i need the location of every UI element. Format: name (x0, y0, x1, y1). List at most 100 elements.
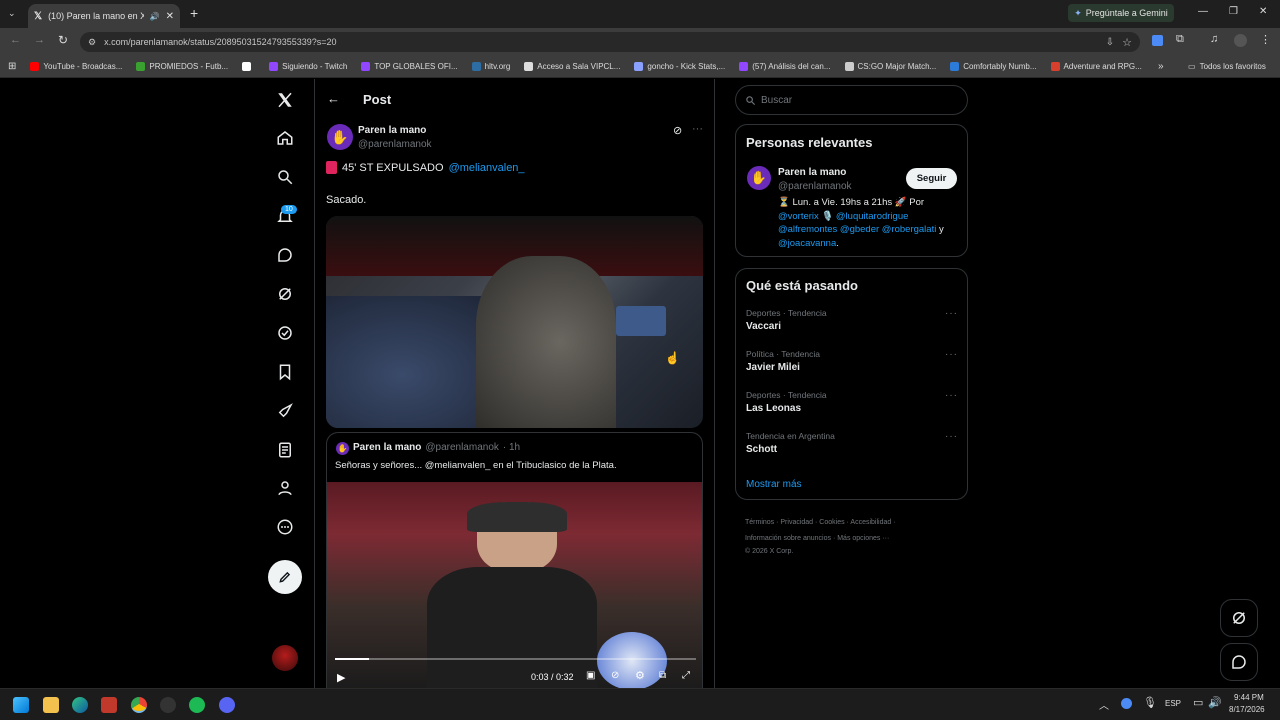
verified-icon[interactable] (274, 322, 296, 344)
author-avatar[interactable]: ✋ (327, 124, 353, 150)
bookmark-item[interactable]: YouTube - Broadcas... (30, 62, 122, 71)
language-indicator[interactable]: ESP (1165, 699, 1181, 708)
bookmark-item[interactable]: (57) Análisis del can... (739, 62, 831, 71)
footer-line-1[interactable]: Términos · Privacidad · Cookies · Accesi… (745, 515, 896, 531)
window-close-button[interactable]: ✕ (1259, 6, 1267, 17)
trend-item[interactable]: Política · Tendencia Javier Milei ··· (746, 349, 958, 373)
grok-post-icon[interactable]: ⊘ (673, 124, 682, 137)
edge-icon[interactable] (72, 697, 88, 713)
network-icon[interactable]: ▭ (1193, 696, 1203, 709)
mute-icon[interactable]: ⊘ (611, 670, 619, 681)
bio-mention-alfremontes[interactable]: @alfremontes (778, 224, 837, 235)
search-box[interactable]: Buscar (735, 85, 968, 115)
play-icon[interactable]: ▶ (337, 671, 345, 684)
post-image[interactable] (326, 216, 703, 428)
bookmark-item[interactable]: Acceso a Sala VIPCL... (524, 62, 620, 71)
x-logo-icon[interactable] (274, 89, 296, 111)
spotify-icon[interactable] (189, 697, 205, 713)
forward-icon[interactable]: → (34, 34, 45, 46)
trend-item[interactable]: Deportes · Tendencia Vaccari ··· (746, 308, 958, 332)
post-more-icon[interactable]: ··· (692, 123, 703, 135)
bookmarks-icon[interactable] (274, 361, 296, 383)
tab-search-icon[interactable]: ⌄ (8, 8, 16, 19)
bookmark-item[interactable]: Adventure and RPG... (1050, 62, 1142, 71)
gemini-button[interactable]: ✦ Pregúntale a Gemini (1068, 4, 1174, 22)
lists-icon[interactable] (274, 439, 296, 461)
windows-start-icon[interactable] (13, 697, 29, 713)
clock-date[interactable]: 8/17/2026 (1229, 705, 1265, 714)
all-bookmarks-folder[interactable]: ▭ Todos los favoritos (1188, 62, 1266, 71)
extension-icon[interactable] (1152, 35, 1163, 46)
home-icon[interactable] (274, 127, 296, 149)
chevron-right-icon[interactable]: » (1158, 61, 1164, 72)
chrome-icon[interactable] (131, 697, 147, 713)
account-avatar[interactable] (272, 645, 298, 671)
bio-mention-vorterix[interactable]: @vorterix (778, 211, 819, 222)
speaker-icon[interactable]: 🔊 (150, 12, 160, 21)
more-icon[interactable] (274, 516, 296, 538)
show-more-link[interactable]: Mostrar más (746, 479, 802, 490)
bookmark-item[interactable]: TOP GLOBALES OFI... (361, 62, 458, 71)
address-bar[interactable]: ⚙ x.com/parenlamanok/status/208950315247… (80, 32, 1140, 52)
bookmark-item[interactable]: CS:GO Major Match... (844, 62, 936, 71)
apps-grid-icon[interactable]: ⊞ (8, 61, 16, 72)
trend-more-icon[interactable]: ··· (945, 308, 958, 319)
search-icon[interactable] (274, 166, 296, 188)
captions-icon[interactable]: ▣ (586, 670, 595, 681)
bio-mention-gbeder[interactable]: @gbeder (840, 224, 879, 235)
install-icon[interactable]: ⇩ (1106, 37, 1114, 48)
bookmark-item[interactable]: PROMIEDOS - Futb... (136, 62, 228, 71)
bookmark-item[interactable]: goncho - Kick Stats,... (634, 62, 725, 71)
restore-button[interactable]: ❐ (1229, 6, 1238, 17)
app-icon[interactable] (101, 697, 117, 713)
settings-icon[interactable]: ⚙ (635, 669, 645, 682)
fullscreen-icon[interactable]: ⤢ (682, 670, 690, 681)
profile-icon[interactable] (274, 477, 296, 499)
relevant-handle[interactable]: @parenlamanok (778, 181, 852, 192)
author-handle[interactable]: @parenlamanok (358, 139, 432, 150)
bookmark-star-icon[interactable]: ☆ (1122, 36, 1132, 49)
follow-button[interactable]: Seguir (906, 168, 957, 189)
bookmark-item[interactable]: Comfortably Numb... (950, 62, 1037, 71)
post-mention-link[interactable]: @melianvalen_ (449, 162, 525, 174)
tray-chevron-icon[interactable]: ︿ (1099, 697, 1109, 712)
file-explorer-icon[interactable] (43, 697, 59, 713)
relevant-name[interactable]: Paren la mano (778, 167, 846, 178)
quote-video[interactable]: ▶ 0:03 / 0:32 ▣ ⊘ ⚙ ⧉ ⤢ (327, 482, 702, 688)
tab-close-icon[interactable]: ✕ (166, 11, 174, 22)
trend-more-icon[interactable]: ··· (945, 349, 958, 360)
trend-item[interactable]: Deportes · Tendencia Las Leonas ··· (746, 390, 958, 414)
messages-float-button[interactable] (1220, 643, 1258, 681)
trend-more-icon[interactable]: ··· (945, 390, 958, 401)
back-icon[interactable]: ← (10, 34, 21, 46)
grok-float-button[interactable] (1220, 599, 1258, 637)
quoted-post-card[interactable]: ✋ Paren la mano @parenlamanok · 1h Señor… (326, 432, 703, 688)
microphone-icon[interactable]: 🎙 (1143, 696, 1157, 709)
grok-icon[interactable] (274, 283, 296, 305)
media-control-icon[interactable]: ♫ (1210, 33, 1218, 45)
new-tab-button[interactable]: + (190, 5, 198, 21)
trend-item[interactable]: Tendencia en Argentina Schott ··· (746, 431, 958, 455)
compose-post-button[interactable] (268, 560, 302, 594)
volume-icon[interactable]: 🔊 (1208, 696, 1222, 709)
bio-mention-luquitarodrigue[interactable]: 🎙️ @luquitarodrigue (821, 211, 908, 222)
steam-icon[interactable] (160, 697, 176, 713)
bio-mention-joacavanna[interactable]: @joacavanna (778, 238, 836, 249)
bookmark-item[interactable]: hltv.org (471, 62, 510, 71)
puzzle-icon[interactable]: ⧉ (1176, 33, 1184, 46)
bio-mention-robergalati[interactable]: @robergalati (882, 224, 937, 235)
minimize-button[interactable]: — (1198, 6, 1208, 17)
bookmark-item[interactable] (242, 62, 255, 71)
reload-icon[interactable]: ↻ (58, 33, 68, 47)
back-arrow-icon[interactable]: ← (327, 91, 340, 106)
profile-icon[interactable] (1234, 34, 1247, 47)
discord-icon[interactable] (219, 697, 235, 713)
author-name[interactable]: Paren la mano (358, 125, 426, 136)
browser-tab[interactable]: 𝕏 (10) Paren la mano en X: " 🔊 ✕ (28, 4, 180, 28)
tray-app-icon[interactable] (1121, 698, 1132, 709)
rocket-icon[interactable] (274, 400, 296, 422)
clock-time[interactable]: 9:44 PM (1234, 693, 1264, 702)
trend-more-icon[interactable]: ··· (945, 431, 958, 442)
relevant-avatar[interactable]: ✋ (747, 166, 771, 190)
bookmark-item[interactable]: Siguiendo - Twitch (269, 62, 347, 71)
